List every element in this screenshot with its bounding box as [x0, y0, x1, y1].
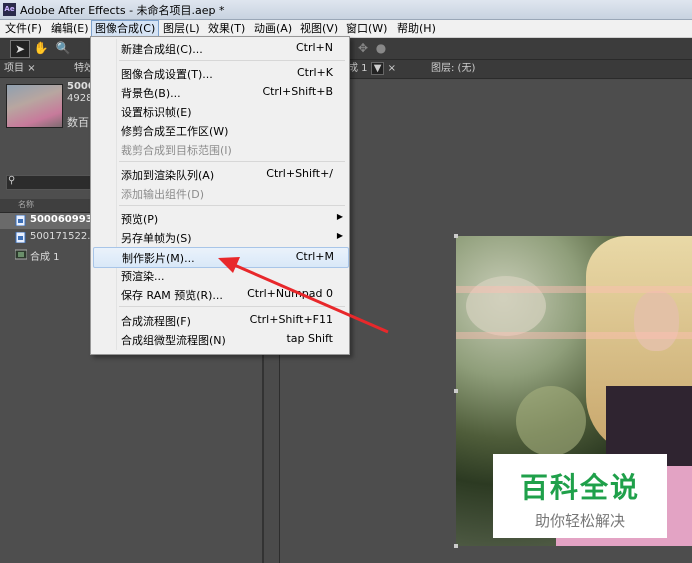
annotation-arrow	[218, 257, 389, 334]
